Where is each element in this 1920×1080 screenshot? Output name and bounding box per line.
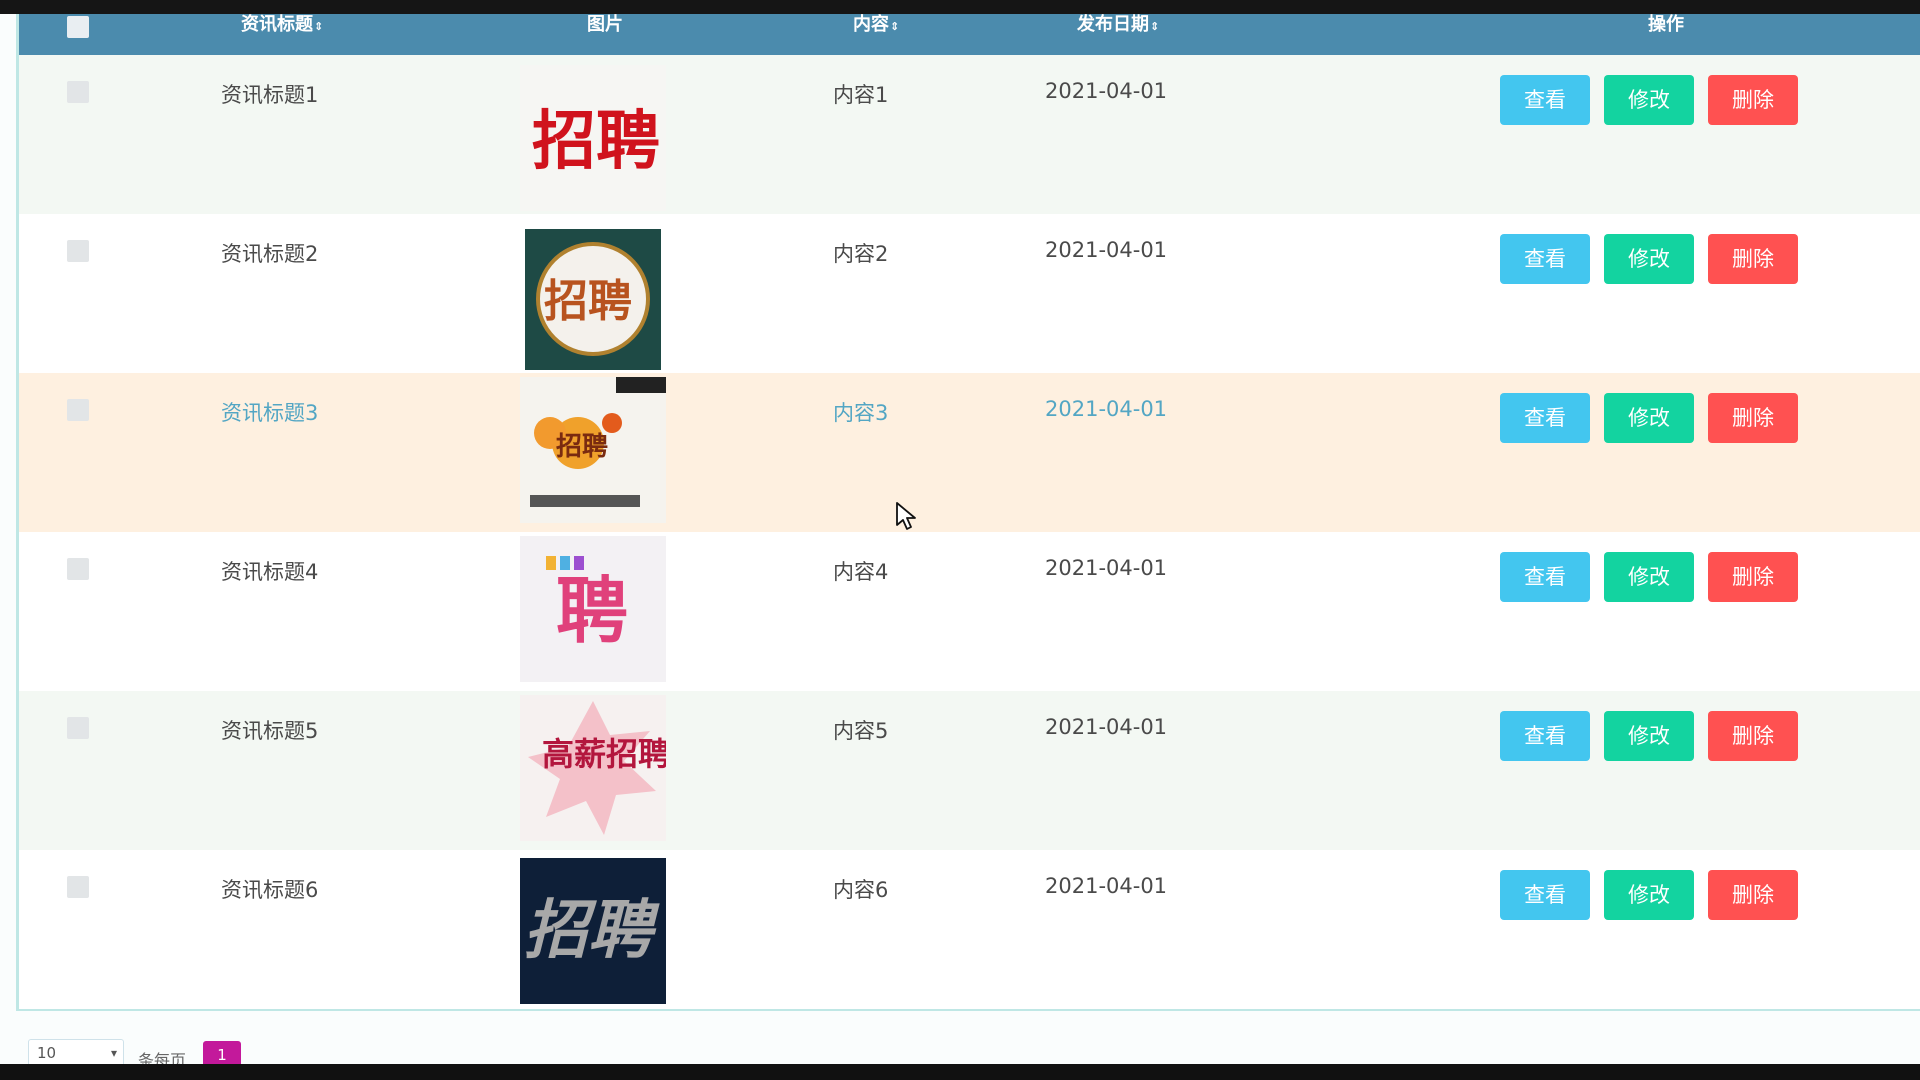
table-row[interactable]: 资讯标题6 招聘 内容6 2021-04-01 查看 修改 删除 bbox=[19, 850, 1920, 1009]
row-title: 资讯标题4 bbox=[221, 560, 319, 584]
row-content: 内容1 bbox=[833, 83, 889, 107]
header-content[interactable]: 内容⇕ bbox=[853, 14, 899, 55]
table-row[interactable]: 资讯标题3 招聘 内容3 2021-04-01 查看 修改 删除 bbox=[19, 373, 1920, 532]
edit-button[interactable]: 修改 bbox=[1604, 234, 1694, 284]
image-text: 招聘 bbox=[544, 276, 632, 327]
view-button[interactable]: 查看 bbox=[1500, 393, 1590, 443]
table-row[interactable]: 资讯标题2 招聘 内容2 2021-04-01 查看 修改 删除 bbox=[19, 214, 1920, 373]
bottom-edge bbox=[0, 1064, 1920, 1080]
row-image: 招聘 bbox=[520, 65, 666, 211]
row-image: 聘 bbox=[520, 536, 666, 682]
sort-arrows-icon[interactable]: ⇕ bbox=[890, 20, 899, 33]
delete-button[interactable]: 删除 bbox=[1708, 711, 1798, 761]
header-title-label: 资讯标题 bbox=[241, 14, 313, 35]
page-size-value: 10 bbox=[37, 1044, 57, 1062]
header-title[interactable]: 资讯标题⇕ bbox=[241, 14, 323, 55]
table-panel: 资讯标题⇕ 图片 内容⇕ 发布日期⇕ 操作 资讯标题1 招聘 内容1 2021-… bbox=[16, 14, 1920, 1011]
row-content: 内容4 bbox=[833, 560, 889, 584]
row-content: 内容6 bbox=[833, 878, 889, 902]
view-button[interactable]: 查看 bbox=[1500, 870, 1590, 920]
row-date: 2021-04-01 bbox=[1045, 556, 1168, 580]
table-row[interactable]: 资讯标题4 聘 内容4 2021-04-01 查看 修改 删除 bbox=[19, 532, 1920, 691]
row-title: 资讯标题1 bbox=[221, 83, 319, 107]
row-checkbox[interactable] bbox=[67, 876, 89, 898]
header-actions-label: 操作 bbox=[1648, 14, 1684, 35]
delete-button[interactable]: 删除 bbox=[1708, 75, 1798, 125]
view-button[interactable]: 查看 bbox=[1500, 75, 1590, 125]
row-date: 2021-04-01 bbox=[1045, 397, 1168, 421]
row-date: 2021-04-01 bbox=[1045, 238, 1168, 262]
image-text: 招聘 bbox=[524, 893, 660, 968]
pagination: 10 ▾ 条每页 1 bbox=[0, 1011, 1920, 1070]
edit-button[interactable]: 修改 bbox=[1604, 75, 1694, 125]
header-image: 图片 bbox=[587, 14, 623, 55]
header-content-label: 内容 bbox=[853, 14, 889, 35]
row-title: 资讯标题5 bbox=[221, 719, 319, 743]
row-date: 2021-04-01 bbox=[1045, 79, 1168, 103]
row-checkbox[interactable] bbox=[67, 399, 89, 421]
delete-button[interactable]: 删除 bbox=[1708, 870, 1798, 920]
table-row[interactable]: 资讯标题1 招聘 内容1 2021-04-01 查看 修改 删除 bbox=[19, 55, 1920, 214]
top-edge bbox=[0, 0, 1920, 14]
row-date: 2021-04-01 bbox=[1045, 874, 1168, 898]
view-button[interactable]: 查看 bbox=[1500, 234, 1590, 284]
row-image: 高薪招聘 bbox=[520, 695, 666, 841]
row-content: 内容5 bbox=[833, 719, 889, 743]
edit-button[interactable]: 修改 bbox=[1604, 552, 1694, 602]
delete-button[interactable]: 删除 bbox=[1708, 552, 1798, 602]
edit-button[interactable]: 修改 bbox=[1604, 393, 1694, 443]
row-title: 资讯标题6 bbox=[221, 878, 319, 902]
view-button[interactable]: 查看 bbox=[1500, 552, 1590, 602]
row-image: 招聘 bbox=[520, 377, 666, 523]
table-header: 资讯标题⇕ 图片 内容⇕ 发布日期⇕ 操作 bbox=[19, 14, 1920, 55]
select-all-checkbox[interactable] bbox=[67, 16, 89, 38]
row-checkbox[interactable] bbox=[67, 240, 89, 262]
screen: 资讯标题⇕ 图片 内容⇕ 发布日期⇕ 操作 资讯标题1 招聘 内容1 2021-… bbox=[0, 0, 1920, 1080]
sort-arrows-icon[interactable]: ⇕ bbox=[1150, 20, 1159, 33]
row-checkbox[interactable] bbox=[67, 717, 89, 739]
mouse-cursor-icon bbox=[896, 502, 916, 530]
row-checkbox[interactable] bbox=[67, 558, 89, 580]
row-checkbox[interactable] bbox=[67, 81, 89, 103]
row-image: 招聘 bbox=[520, 858, 666, 1004]
edit-button[interactable]: 修改 bbox=[1604, 870, 1694, 920]
row-date: 2021-04-01 bbox=[1045, 715, 1168, 739]
header-date[interactable]: 发布日期⇕ bbox=[1077, 14, 1159, 55]
row-content: 内容3 bbox=[833, 401, 889, 425]
row-image: 招聘 bbox=[520, 224, 666, 370]
header-actions: 操作 bbox=[1648, 14, 1684, 55]
header-date-label: 发布日期 bbox=[1077, 14, 1149, 35]
chevron-down-icon: ▾ bbox=[110, 1046, 117, 1060]
image-text: 招聘 bbox=[556, 432, 608, 462]
edit-button[interactable]: 修改 bbox=[1604, 711, 1694, 761]
delete-button[interactable]: 删除 bbox=[1708, 393, 1798, 443]
header-image-label: 图片 bbox=[587, 14, 623, 35]
view-button[interactable]: 查看 bbox=[1500, 711, 1590, 761]
row-title: 资讯标题2 bbox=[221, 242, 319, 266]
table-row[interactable]: 资讯标题5 高薪招聘 内容5 2021-04-01 查看 修改 删除 bbox=[19, 691, 1920, 850]
row-content: 内容2 bbox=[833, 242, 889, 266]
image-text: 招聘 bbox=[532, 104, 660, 179]
sort-arrows-icon[interactable]: ⇕ bbox=[314, 20, 323, 33]
delete-button[interactable]: 删除 bbox=[1708, 234, 1798, 284]
image-text: 聘 bbox=[556, 568, 628, 653]
row-title: 资讯标题3 bbox=[221, 401, 319, 425]
image-text: 高薪招聘 bbox=[542, 735, 666, 773]
